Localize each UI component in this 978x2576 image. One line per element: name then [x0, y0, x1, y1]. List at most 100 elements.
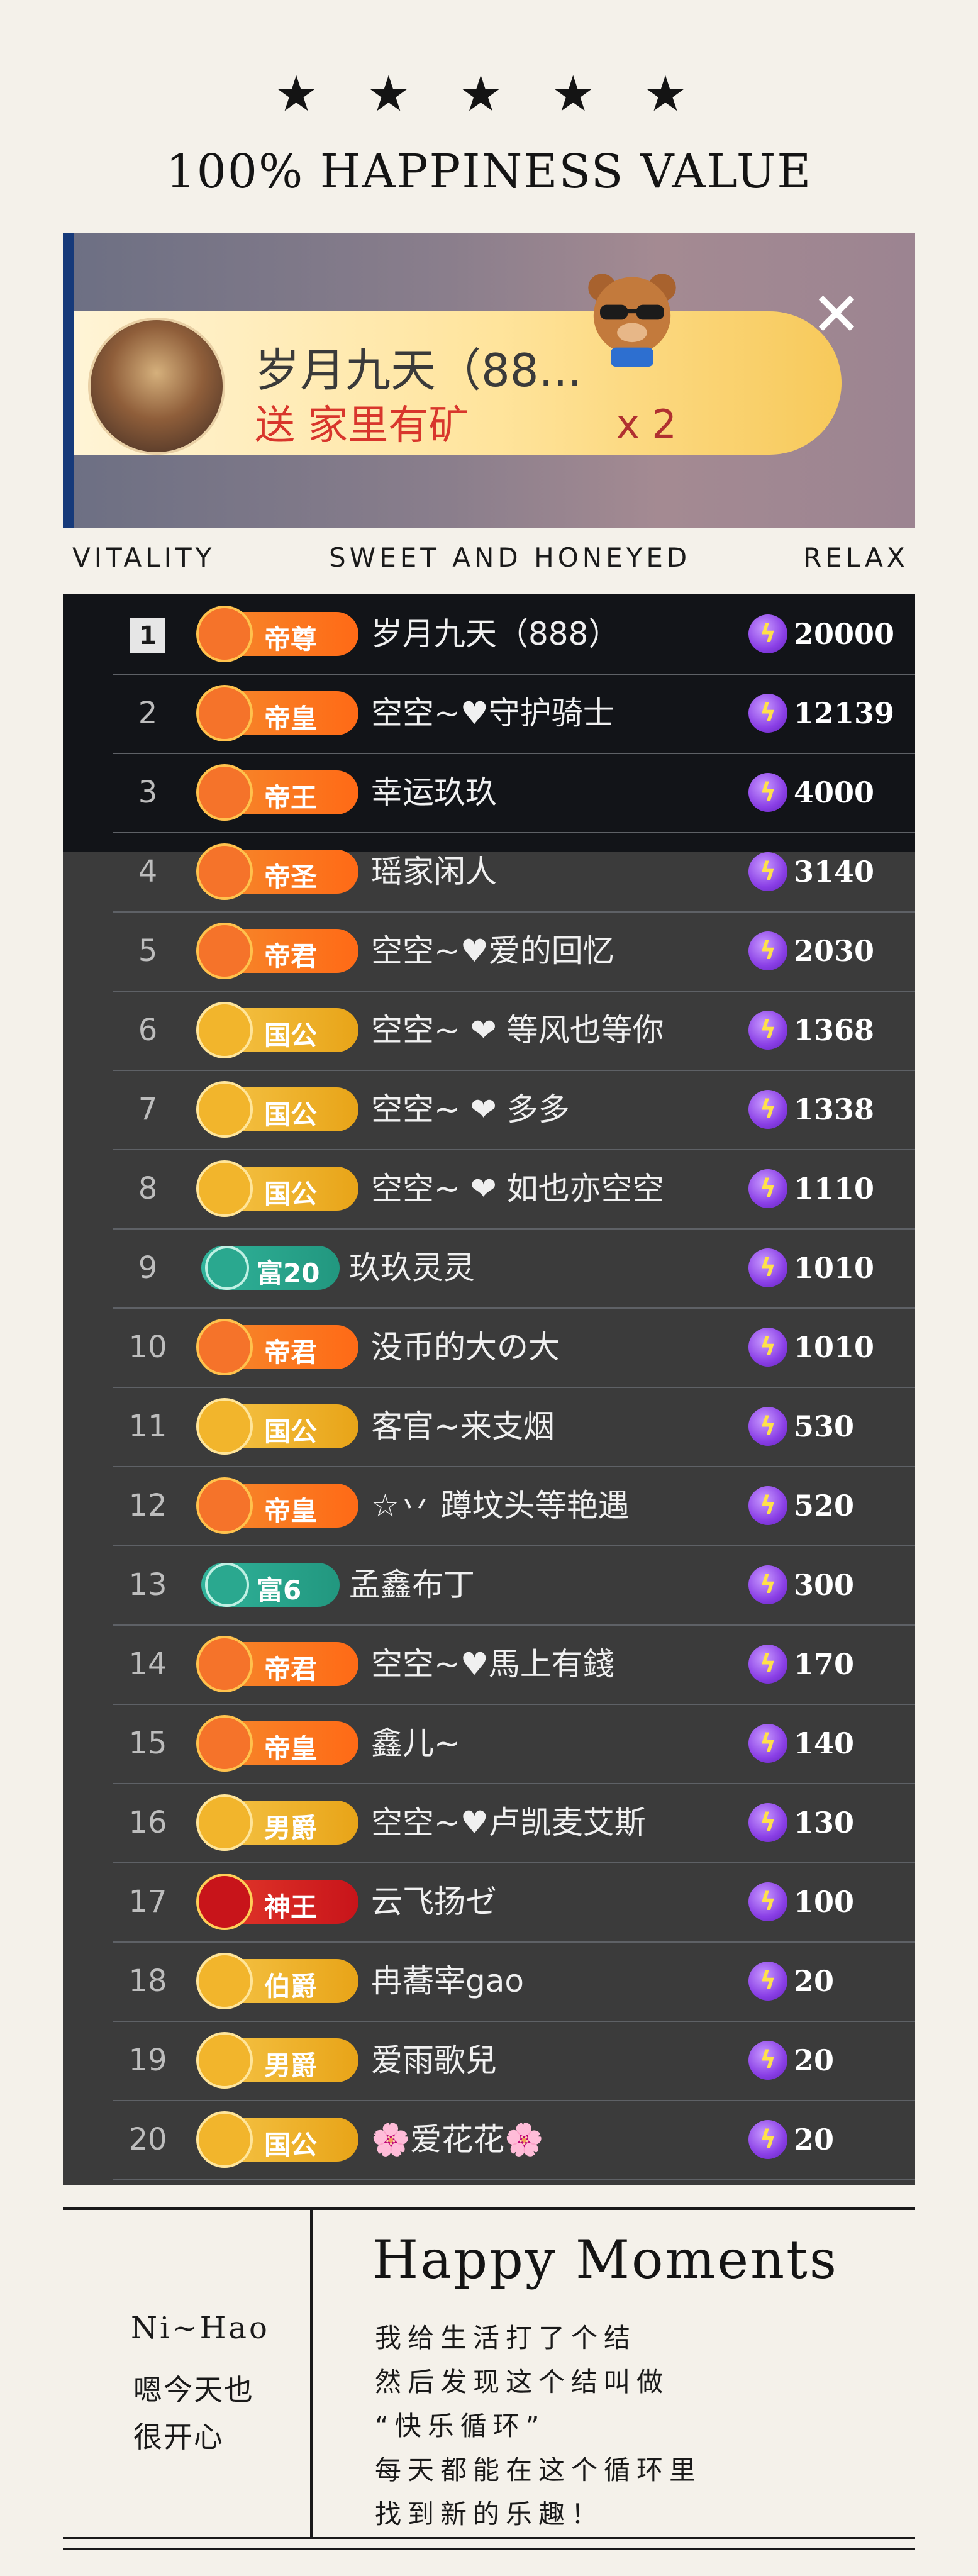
list-item[interactable]: 5 帝君 空空~♥爱的回忆 ϟ 2030: [113, 911, 915, 992]
list-item[interactable]: 20 国公 🌸爱花花🌸 ϟ 20: [113, 2100, 915, 2180]
list-item[interactable]: 7 国公 空空~ ❤ 多多 ϟ 1338: [113, 1070, 915, 1150]
list-item[interactable]: 6 国公 空空~ ❤ 等风也等你 ϟ 1368: [113, 991, 915, 1071]
rank-number-text: 13: [128, 1567, 167, 1602]
banner-accent-stripe: [63, 233, 74, 528]
badge-emblem-icon: [196, 923, 253, 979]
badge-label: 国公: [264, 1416, 318, 1447]
rank-number-text: 17: [128, 1884, 167, 1919]
user-name: 鑫儿~: [371, 1725, 460, 1762]
badge-emblem-icon: [196, 1398, 253, 1455]
list-item[interactable]: 8 国公 空空~ ❤ 如也亦空空 ϟ 1110: [113, 1149, 915, 1230]
list-item[interactable]: 16 男爵 空空~♥卢凯麦艾斯 ϟ 130: [113, 1783, 915, 1863]
list-item[interactable]: 19 男爵 爱雨歌兒 ϟ 20: [113, 2021, 915, 2101]
user-name: 🌸爱花花🌸: [371, 2121, 544, 2158]
list-item[interactable]: 9 富20 玖玖灵灵 ϟ 1010: [113, 1228, 915, 1309]
rank-number: 15: [113, 1704, 182, 1783]
lightning-gem-icon: ϟ: [748, 1011, 787, 1050]
badge-label: 神王: [264, 1892, 318, 1923]
rank-number: 7: [113, 1070, 182, 1149]
ranking-list: 1 帝尊 岁月九天（888） ϟ 20000 2 帝皇 空空~♥守护骑士 ϟ 12139 3 帝王 幸运…: [63, 594, 915, 2185]
rank-badge: 男爵: [196, 1794, 358, 1851]
contribution-score: 170: [794, 1647, 855, 1681]
list-item[interactable]: 14 帝君 空空~♥馬上有錢 ϟ 170: [113, 1624, 915, 1705]
rank-badge: 国公: [196, 2111, 358, 2168]
rank-badge: 帝王: [196, 764, 358, 821]
rank-badge: 帝皇: [196, 1715, 358, 1772]
user-name: 空空~♥守护骑士: [371, 695, 614, 731]
badge-emblem-icon: [205, 1246, 249, 1290]
contribution-score: 1010: [794, 1330, 875, 1364]
list-item[interactable]: 1 帝尊 岁月九天（888） ϟ 20000: [113, 594, 915, 675]
rank-number-text: 14: [128, 1646, 167, 1682]
lightning-gem-icon: ϟ: [748, 852, 787, 891]
user-name: 云飞扬ゼ: [371, 1884, 497, 1920]
list-item[interactable]: 4 帝圣 瑶家闲人 ϟ 3140: [113, 832, 915, 913]
badge-emblem-icon: [196, 1953, 253, 2009]
rank-badge: 帝君: [196, 923, 358, 979]
list-item[interactable]: 3 帝王 幸运玖玖 ϟ 4000: [113, 753, 915, 833]
rank-number-text: 19: [128, 2043, 167, 2078]
badge-label: 国公: [264, 1020, 318, 1051]
contribution-score: 130: [794, 1806, 855, 1840]
badge-emblem-icon: [196, 685, 253, 741]
list-item[interactable]: 12 帝皇 ☆丷 蹲坟头等艳遇 ϟ 520: [113, 1466, 915, 1546]
badge-label: 帝君: [264, 1654, 318, 1685]
rank-number: 17: [113, 1862, 182, 1941]
rank-badge: 帝尊: [196, 606, 358, 662]
user-name: ☆丷 蹲坟头等艳遇: [371, 1487, 630, 1524]
left-text-line: 嗯今天也: [133, 2373, 254, 2407]
list-item[interactable]: 17 神王 云飞扬ゼ ϟ 100: [113, 1862, 915, 1943]
contribution-score: 100: [794, 1885, 855, 1919]
badge-label: 帝君: [264, 1337, 318, 1368]
close-icon[interactable]: ✕: [799, 277, 874, 352]
gift-sender-name: 岁月九天（88...: [255, 344, 582, 397]
rank-number-text: 20: [128, 2122, 167, 2157]
user-name: 岁月九天（888）: [371, 616, 620, 652]
lightning-gem-icon: ϟ: [748, 1486, 787, 1525]
contribution-score: 2030: [794, 934, 875, 968]
badge-emblem-icon: [196, 1002, 253, 1058]
lightning-gem-icon: ϟ: [748, 1169, 787, 1208]
rank-number: 3: [113, 753, 182, 832]
lightning-gem-icon: ϟ: [748, 931, 787, 970]
badge-label: 帝尊: [264, 624, 318, 655]
lightning-gem-icon: ϟ: [748, 773, 787, 812]
list-item[interactable]: 18 伯爵 冉蕎宰gao ϟ 20: [113, 1941, 915, 2022]
poem-line: 我给生活打了个结: [375, 2323, 637, 2353]
user-name: 空空~ ❤ 如也亦空空: [371, 1170, 664, 1207]
bear-sunglasses-icon: [588, 274, 676, 367]
rank-badge: 富20: [201, 1246, 340, 1290]
rank-badge: 帝皇: [196, 685, 358, 741]
badge-label: 国公: [264, 1099, 318, 1130]
lightning-gem-icon: ϟ: [748, 2120, 787, 2159]
badge-label: 帝皇: [264, 1496, 318, 1526]
list-item[interactable]: 13 富6 孟鑫布丁 ϟ 300: [113, 1545, 915, 1626]
contribution-score: 530: [794, 1409, 855, 1443]
user-name: 没币的大の大: [371, 1329, 560, 1365]
rank-number: 12: [113, 1466, 182, 1545]
lightning-gem-icon: ϟ: [748, 1645, 787, 1684]
contribution-score: 300: [794, 1568, 855, 1602]
badge-emblem-icon: [196, 843, 253, 900]
rank-number-text: 9: [138, 1250, 158, 1285]
list-item[interactable]: 10 帝君 没币的大の大 ϟ 1010: [113, 1307, 915, 1388]
lightning-gem-icon: ϟ: [748, 694, 787, 733]
rank-number-text: 6: [138, 1013, 158, 1048]
list-item[interactable]: 11 国公 客官~来支烟 ϟ 530: [113, 1387, 915, 1467]
contribution-score: 20000: [794, 617, 895, 651]
badge-label: 伯爵: [264, 1971, 318, 2002]
contribution-score: 20: [794, 2043, 835, 2077]
list-item[interactable]: 2 帝皇 空空~♥守护骑士 ϟ 12139: [113, 674, 915, 754]
user-name: 空空~♥卢凯麦艾斯: [371, 1804, 646, 1841]
rank-number-text: 18: [128, 1963, 167, 1999]
tagline-left: VITALITY: [72, 542, 216, 573]
badge-label: 国公: [264, 2129, 318, 2160]
rank-number-text: 3: [138, 775, 158, 810]
user-name: 空空~♥馬上有錢: [371, 1646, 614, 1682]
rank-badge: 帝皇: [196, 1477, 358, 1534]
rank-number-text: 1: [130, 618, 165, 653]
rank-number-text: 8: [138, 1171, 158, 1206]
list-item[interactable]: 15 帝皇 鑫儿~ ϟ 140: [113, 1704, 915, 1784]
lightning-gem-icon: ϟ: [748, 1724, 787, 1763]
gift-multiplier: x 2: [616, 401, 677, 447]
